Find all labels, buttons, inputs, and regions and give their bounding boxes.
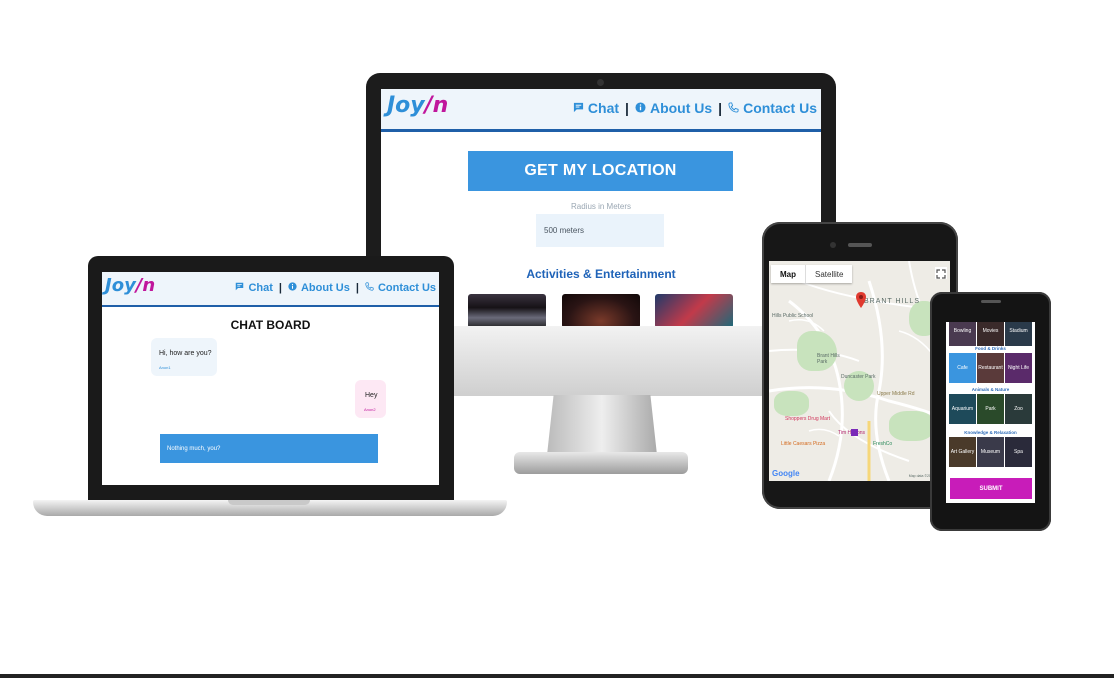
map-label-store: Shoppers Drug Mart bbox=[785, 416, 831, 422]
category-tile-selected[interactable]: Cafe bbox=[949, 353, 976, 383]
bottom-divider bbox=[0, 674, 1114, 678]
map-label-road: Upper Middle Rd bbox=[877, 391, 915, 397]
chat-board-title: CHAT BOARD bbox=[230, 318, 311, 332]
monitor-stand-base bbox=[514, 452, 688, 474]
chat-icon bbox=[573, 100, 584, 116]
nav-about[interactable]: About Us bbox=[650, 100, 712, 116]
get-location-button[interactable]: GET MY LOCATION bbox=[468, 151, 733, 191]
activity-thumbnail-arcade[interactable] bbox=[655, 294, 733, 326]
tablet-camera bbox=[830, 242, 836, 248]
logo-text-joy: Joy bbox=[387, 93, 425, 118]
category-heading: Food & Drinks bbox=[975, 346, 1006, 351]
category-tile[interactable]: Museum bbox=[977, 437, 1004, 467]
park-area bbox=[889, 411, 934, 441]
activity-thumbnail-bowling[interactable] bbox=[468, 294, 546, 326]
logo[interactable]: Joy/n bbox=[387, 93, 448, 118]
category-tile[interactable]: Spa bbox=[1005, 437, 1032, 467]
laptop-nav: Chat | About Us | Contact Us bbox=[235, 282, 436, 294]
message-author: Anon2 bbox=[364, 407, 376, 412]
monitor-stand bbox=[547, 395, 657, 455]
phone-screen: Bowling Movies Stadium Food & Drinks Caf… bbox=[946, 322, 1035, 503]
info-icon bbox=[635, 100, 646, 116]
category-tile[interactable]: Zoo bbox=[1005, 394, 1032, 424]
location-marker-square[interactable] bbox=[851, 429, 858, 436]
category-tile[interactable]: Bowling bbox=[949, 322, 976, 346]
logo[interactable]: Joy/n bbox=[105, 275, 155, 296]
category-tile[interactable]: Aquarium bbox=[949, 394, 976, 424]
google-logo: Google bbox=[772, 469, 800, 478]
map-label-store: FreshCo bbox=[873, 441, 893, 447]
chat-icon bbox=[235, 282, 244, 294]
nav-separator: | bbox=[625, 100, 629, 116]
info-icon bbox=[288, 282, 297, 294]
category-heading: Animals & Nature bbox=[971, 387, 1010, 392]
logo-text-in: /n bbox=[135, 275, 156, 296]
submit-button[interactable]: SUBMIT bbox=[950, 478, 1032, 499]
category-tile[interactable]: Art Gallery bbox=[949, 437, 976, 467]
map-label-school: Hills Public School bbox=[772, 313, 814, 319]
message-bubble-incoming: Hi, how are you? Anon1 bbox=[151, 338, 217, 376]
monitor-camera bbox=[597, 79, 604, 86]
category-tile[interactable]: Movies bbox=[977, 322, 1004, 346]
nav-contact[interactable]: Contact Us bbox=[378, 282, 436, 294]
map-label-store: Little Caesars Pizza bbox=[781, 441, 826, 447]
desktop-header: Joy/n Chat | About Us | Contact Us bbox=[381, 89, 821, 132]
map-label-park: Duncaster Park bbox=[841, 374, 876, 380]
phone-speaker bbox=[981, 300, 1001, 303]
laptop-screen: Joy/n Chat | About Us | Contact Us CHAT … bbox=[102, 272, 439, 485]
radius-input[interactable]: 500 meters bbox=[536, 214, 664, 247]
map-type-tabs: Map Satellite bbox=[771, 265, 853, 283]
message-author: Anon1 bbox=[159, 365, 171, 370]
map-tab-satellite[interactable]: Satellite bbox=[805, 265, 852, 283]
radius-label: Radius in Meters bbox=[570, 202, 632, 211]
logo-text-in: /n bbox=[424, 93, 449, 118]
map-label-area: BRANT HILLS bbox=[864, 298, 920, 305]
map-view[interactable]: Map Satellite BRANT HILLS Hills Public S… bbox=[769, 261, 950, 481]
phone-icon bbox=[728, 100, 739, 116]
category-heading: Knowledge & Relaxation bbox=[964, 430, 1017, 435]
nav-chat[interactable]: Chat bbox=[248, 282, 272, 294]
laptop-notch bbox=[228, 500, 310, 505]
park-area bbox=[774, 391, 809, 416]
category-tile[interactable]: Restaurant bbox=[977, 353, 1004, 383]
message-bubble-outgoing: Hey Anon2 bbox=[355, 380, 386, 418]
nav-separator: | bbox=[355, 282, 359, 294]
fullscreen-icon[interactable] bbox=[935, 267, 947, 279]
logo-text-joy: Joy bbox=[105, 275, 136, 296]
chat-message-input[interactable]: Nothing much, you? bbox=[160, 434, 378, 463]
tablet-speaker bbox=[848, 243, 872, 247]
category-tile[interactable]: Night Life bbox=[1005, 353, 1032, 383]
message-text: Hey bbox=[365, 392, 378, 399]
nav-chat[interactable]: Chat bbox=[588, 100, 619, 116]
map-pin-icon[interactable] bbox=[856, 292, 866, 313]
park-area bbox=[797, 331, 837, 371]
laptop-header: Joy/n Chat | About Us | Contact Us bbox=[102, 272, 439, 307]
map-tab-map[interactable]: Map bbox=[771, 265, 805, 283]
message-text: Hi, how are you? bbox=[159, 350, 212, 357]
category-tile[interactable]: Stadium bbox=[1005, 322, 1032, 346]
activity-thumbnail-theater[interactable] bbox=[562, 294, 640, 326]
nav-about[interactable]: About Us bbox=[301, 282, 350, 294]
nav-separator: | bbox=[718, 100, 723, 116]
nav-separator: | bbox=[278, 282, 282, 294]
desktop-nav: Chat | About Us | Contact Us bbox=[573, 100, 817, 116]
phone-icon bbox=[365, 282, 374, 294]
category-tile[interactable]: Park bbox=[977, 394, 1004, 424]
nav-contact[interactable]: Contact Us bbox=[743, 100, 817, 116]
map-label-park: Brant Hills Park bbox=[817, 353, 840, 365]
